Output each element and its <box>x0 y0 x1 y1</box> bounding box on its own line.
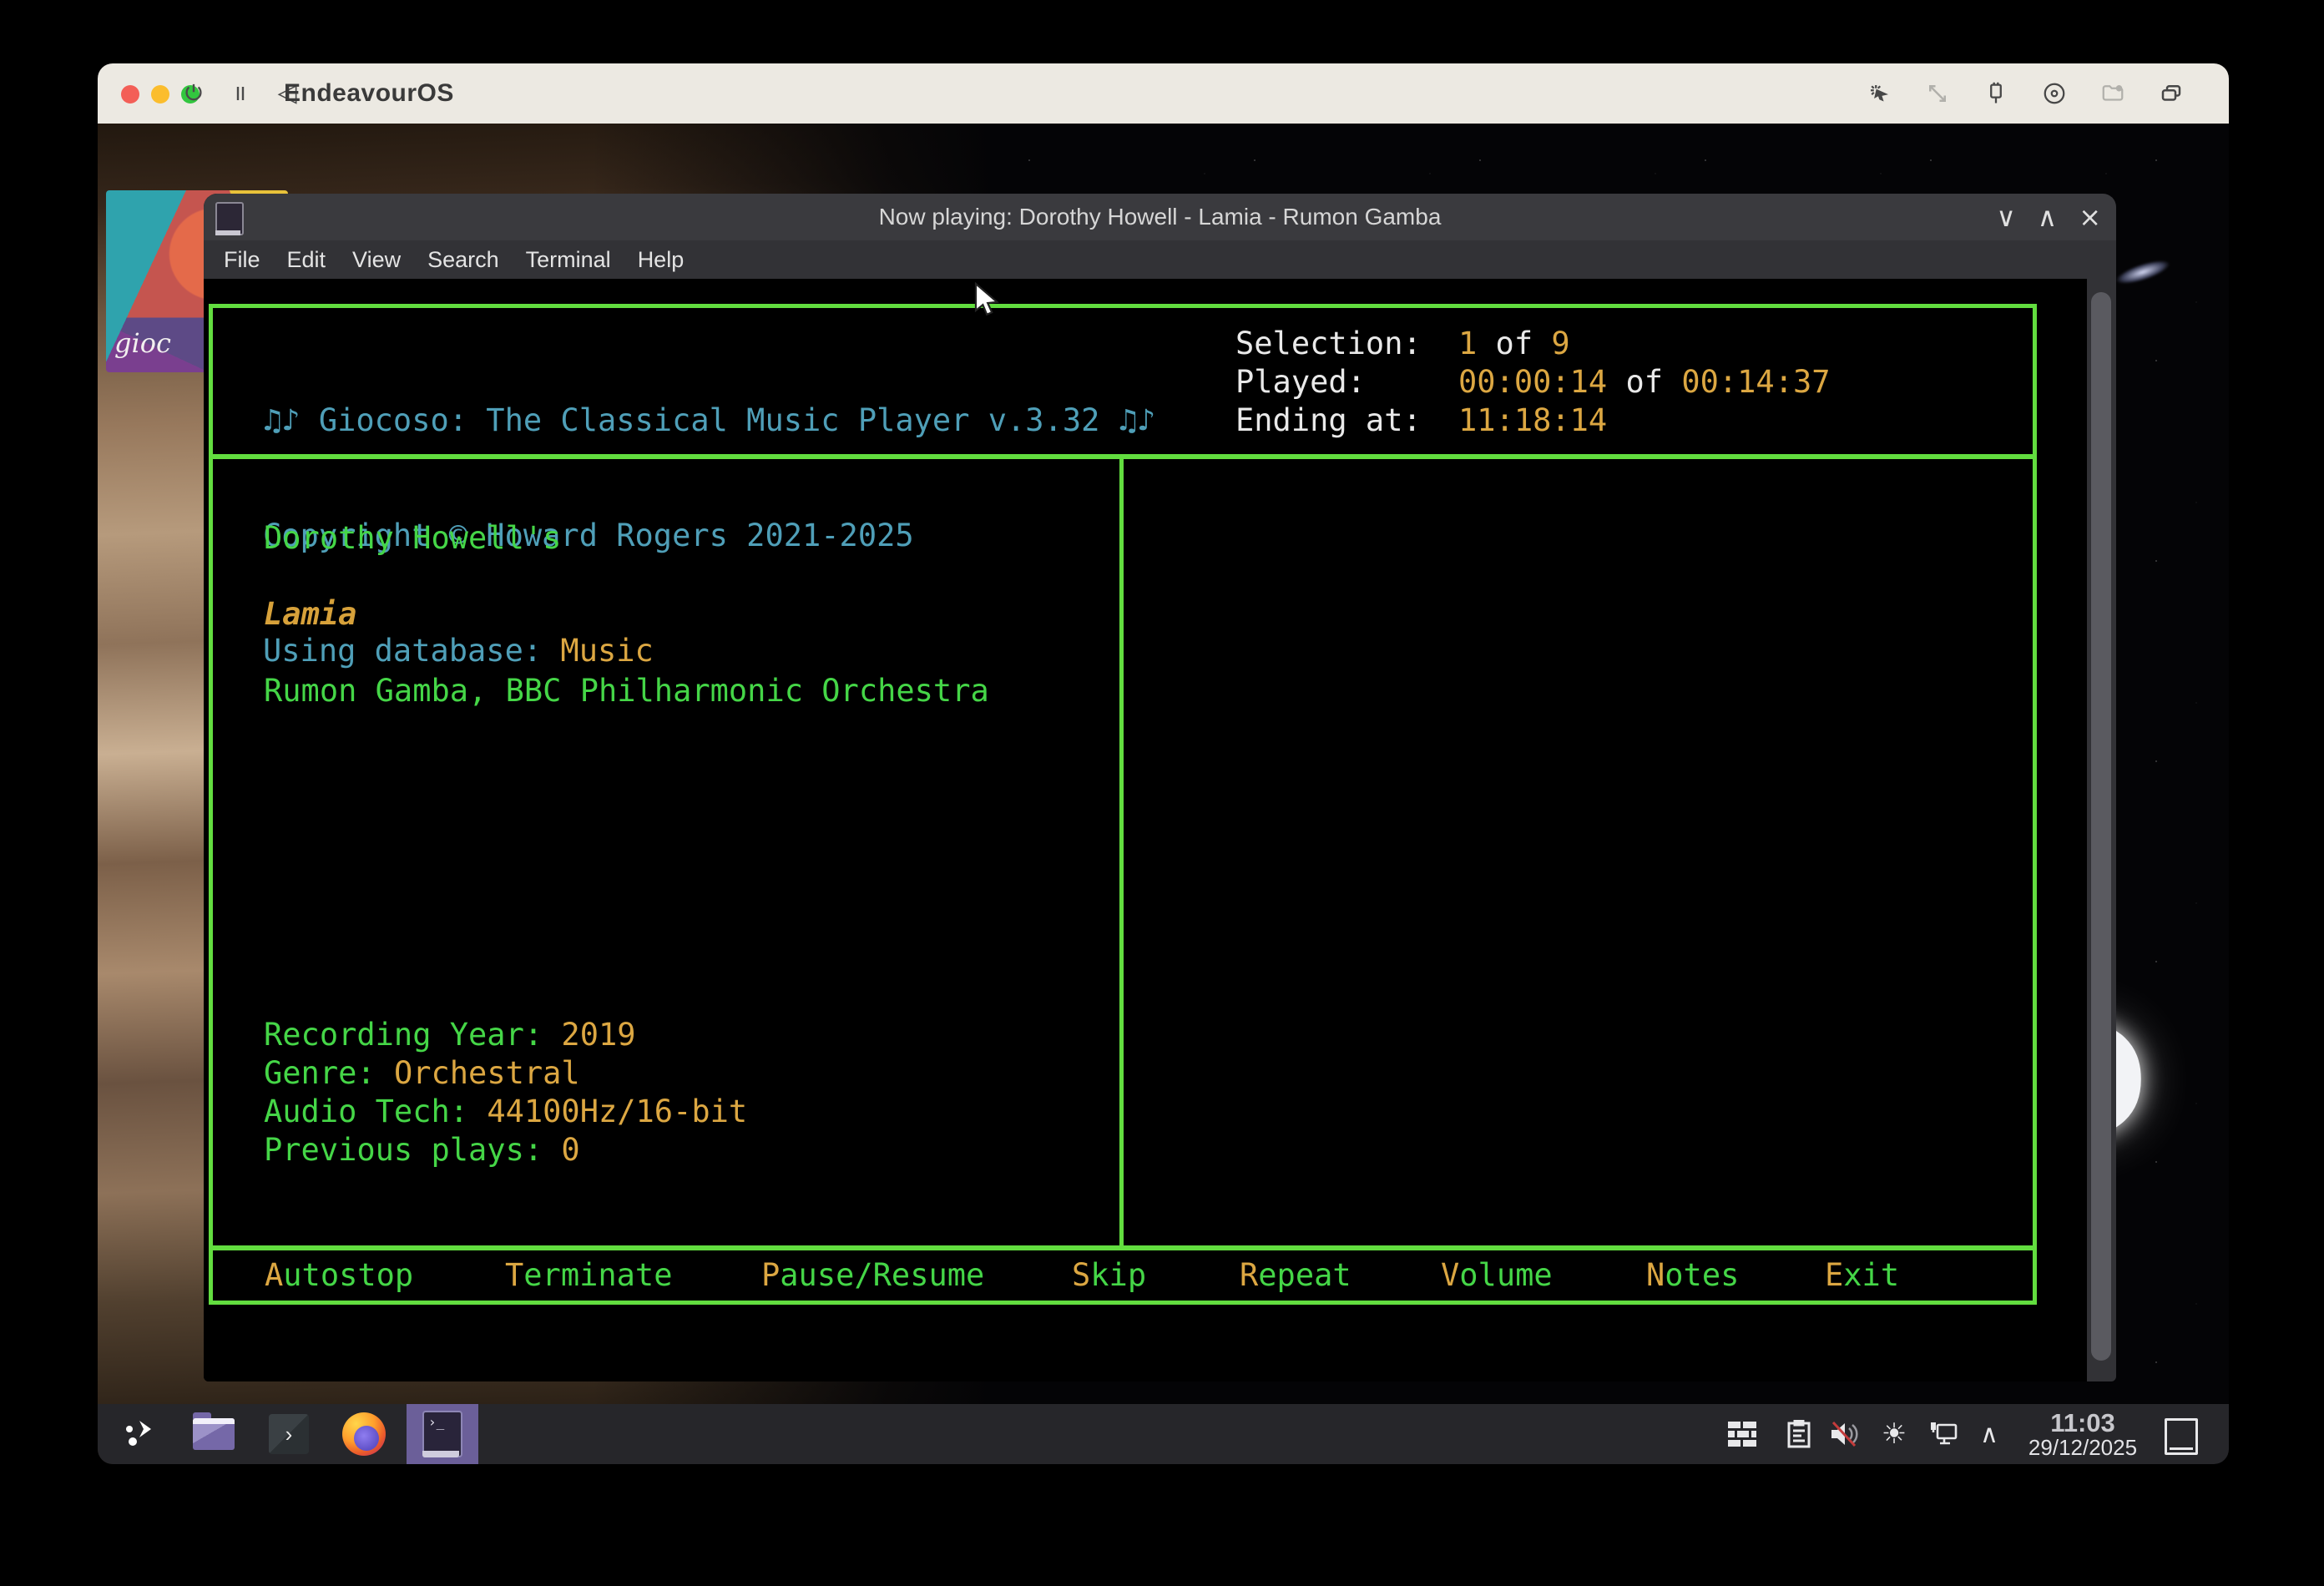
brightness-icon[interactable]: ☀ <box>1871 1404 1917 1464</box>
mouse-cursor <box>973 282 1006 321</box>
menu-search[interactable]: Search <box>427 247 499 273</box>
vm-window: ◁ EndeavourOS <box>98 63 2229 1464</box>
track-details: Recording Year: 2019Genre: OrchestralAud… <box>264 1016 747 1169</box>
terminal-taskbar-active[interactable]: ›_ <box>407 1404 478 1464</box>
taskbar-clock[interactable]: 11:03 29/12/2025 <box>2020 1404 2145 1464</box>
resize-icon <box>1923 79 1952 108</box>
detail-line: Recording Year: 2019 <box>264 1016 747 1054</box>
capture-cursor-icon[interactable] <box>1865 79 1893 108</box>
action-skip[interactable]: Skip <box>1072 1256 1146 1295</box>
terminal-scrollbar[interactable] <box>2087 279 2116 1381</box>
action-volume[interactable]: Volume <box>1441 1256 1553 1295</box>
show-desktop-button[interactable] <box>2165 1418 2198 1455</box>
file-manager-icon[interactable] <box>188 1404 240 1464</box>
clipboard-icon[interactable] <box>1777 1404 1821 1464</box>
menu-view[interactable]: View <box>352 247 401 273</box>
status-value: 00:00:14 of 00:14:37 <box>1458 363 1831 402</box>
firefox-icon[interactable] <box>338 1404 390 1464</box>
detail-line: Previous plays: 0 <box>264 1131 747 1169</box>
status-label: Ending at: <box>1235 402 1422 440</box>
pause-icon[interactable] <box>226 79 255 108</box>
composer-line: Dorothy Howell's <box>264 519 561 558</box>
action-pause-resume[interactable]: Pause/Resume <box>761 1256 984 1295</box>
status-value: 11:18:14 <box>1458 402 1607 440</box>
detail-line: Genre: Orchestral <box>264 1054 747 1093</box>
disc-icon[interactable] <box>2040 79 2069 108</box>
clock-time: 11:03 <box>2050 1410 2115 1437</box>
minimize-traffic-light[interactable] <box>151 85 169 104</box>
terminal-menubar: File Edit View Search Terminal Help <box>204 240 2116 279</box>
action-exit[interactable]: Exit <box>1825 1256 1899 1295</box>
status-value: 1 of 9 <box>1458 325 1570 363</box>
workspaces-icon[interactable] <box>1720 1404 1764 1464</box>
window-maximize-icon[interactable]: ∧ <box>2038 201 2057 233</box>
action-notes[interactable]: Notes <box>1646 1256 1739 1295</box>
work-title-line: Lamia <box>264 595 356 634</box>
menu-file[interactable]: File <box>224 247 260 273</box>
status-label: Selection: <box>1235 325 1422 363</box>
volume-muted-icon[interactable] <box>1821 1404 1867 1464</box>
window-minimize-icon[interactable]: ∨ <box>1996 201 2015 233</box>
displays-icon[interactable] <box>2157 79 2185 108</box>
terminal-title: Now playing: Dorothy Howell - Lamia - Ru… <box>204 194 2116 240</box>
album-art-caption: gioc <box>114 327 171 359</box>
terminal-screen[interactable]: ♫♪ Giocoso: The Classical Music Player v… <box>204 279 2116 1381</box>
app-launcher-icon[interactable] <box>116 1404 166 1464</box>
menu-terminal[interactable]: Terminal <box>526 247 611 273</box>
terminal-window: Now playing: Dorothy Howell - Lamia - Ru… <box>204 194 2116 1381</box>
expand-tray-icon[interactable]: ∧ <box>1968 1404 2011 1464</box>
power-icon[interactable] <box>179 79 208 108</box>
close-traffic-light[interactable] <box>121 85 139 104</box>
vm-titlebar: ◁ EndeavourOS <box>98 63 2229 124</box>
menu-edit[interactable]: Edit <box>287 247 326 273</box>
scrollbar-thumb[interactable] <box>2091 292 2111 1361</box>
banner-line3: Using database: Music <box>263 632 1155 670</box>
window-close-icon[interactable]: × <box>2079 201 2101 233</box>
display-network-icon[interactable] <box>1921 1404 1968 1464</box>
shared-folder-icon <box>2099 79 2127 108</box>
terminal-titlebar[interactable]: Now playing: Dorothy Howell - Lamia - Ru… <box>204 194 2116 240</box>
console-icon[interactable]: › <box>263 1404 315 1464</box>
screenshot-root: ◁ EndeavourOS <box>0 0 2324 1586</box>
taskbar: › ›_ <box>98 1404 2229 1464</box>
usb-icon[interactable] <box>1982 79 2010 108</box>
clock-date: 29/12/2025 <box>2028 1437 2137 1459</box>
performers-line: Rumon Gamba, BBC Philharmonic Orchestra <box>264 672 989 710</box>
menu-help[interactable]: Help <box>638 247 685 273</box>
action-autostop[interactable]: Autostop <box>265 1256 413 1295</box>
action-repeat[interactable]: Repeat <box>1240 1256 1351 1295</box>
status-label: Played: <box>1235 363 1366 402</box>
vm-window-title: EndeavourOS <box>284 63 454 124</box>
action-terminate[interactable]: Terminate <box>505 1256 673 1295</box>
banner-line1: ♫♪ Giocoso: The Classical Music Player v… <box>263 402 1155 440</box>
detail-line: Audio Tech: 44100Hz/16-bit <box>264 1093 747 1131</box>
